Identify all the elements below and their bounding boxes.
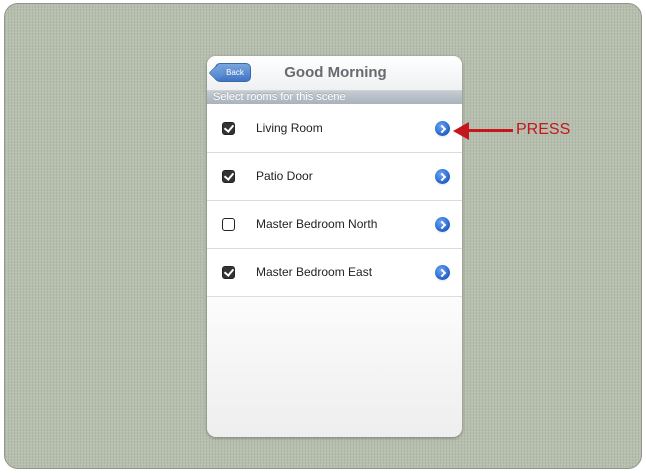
room-checkbox-master-bedroom-north[interactable] — [222, 218, 235, 231]
nav-bar: Back Good Morning — [207, 56, 462, 91]
disclosure-arrow-icon[interactable] — [435, 217, 450, 232]
room-checkbox-patio-door[interactable] — [222, 170, 235, 183]
arrow-shaft — [465, 129, 513, 132]
room-checkbox-master-bedroom-east[interactable] — [222, 266, 235, 279]
room-row-master-bedroom-east[interactable]: Master Bedroom East — [207, 249, 462, 297]
room-list: Living Room Patio Door Master Bedroom No… — [207, 105, 462, 297]
section-header: Select rooms for this scene — [207, 91, 462, 104]
room-label: Master Bedroom East — [256, 265, 373, 279]
app-frame: Back Good Morning Select rooms for this … — [4, 3, 642, 469]
room-row-patio-door[interactable]: Patio Door — [207, 153, 462, 201]
room-label: Patio Door — [256, 169, 313, 183]
page-title: Good Morning — [284, 64, 387, 81]
disclosure-arrow-icon[interactable] — [435, 121, 450, 136]
scene-panel: Back Good Morning Select rooms for this … — [207, 56, 462, 437]
room-row-living-room[interactable]: Living Room — [207, 105, 462, 153]
press-label: PRESS — [516, 121, 571, 138]
room-label: Master Bedroom North — [256, 217, 378, 231]
room-label: Living Room — [256, 121, 323, 135]
disclosure-arrow-icon[interactable] — [435, 265, 450, 280]
press-annotation: PRESS — [453, 119, 593, 143]
room-checkbox-living-room[interactable] — [222, 122, 235, 135]
disclosure-arrow-icon[interactable] — [435, 169, 450, 184]
room-row-master-bedroom-north[interactable]: Master Bedroom North — [207, 201, 462, 249]
